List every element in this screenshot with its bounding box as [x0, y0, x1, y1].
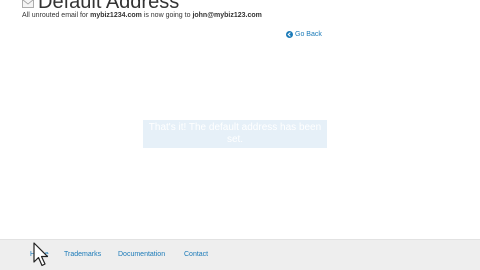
go-back-link[interactable]: Go Back — [286, 31, 322, 38]
status-message: All unrouted email for mybiz1234.com is … — [22, 12, 262, 19]
toast-text: That's it! The default address has been … — [148, 122, 322, 145]
footer-link-contact[interactable]: Contact — [184, 251, 208, 258]
success-toast: That's it! The default address has been … — [143, 120, 327, 148]
domain-name: mybiz1234.com — [90, 12, 142, 19]
message-prefix: All unrouted email for — [22, 12, 91, 19]
go-back-label[interactable]: Go Back — [295, 31, 322, 38]
envelope-icon — [22, 0, 34, 8]
footer: Home Trademarks Documentation Contact — [0, 239, 480, 270]
circle-arrow-left-icon — [286, 31, 293, 38]
footer-link-documentation[interactable]: Documentation — [118, 251, 165, 258]
target-email: john@mybiz123.com — [192, 12, 262, 19]
message-middle: is now going to — [141, 12, 193, 19]
mouse-pointer-icon — [33, 242, 51, 268]
footer-link-trademarks[interactable]: Trademarks — [64, 251, 101, 258]
